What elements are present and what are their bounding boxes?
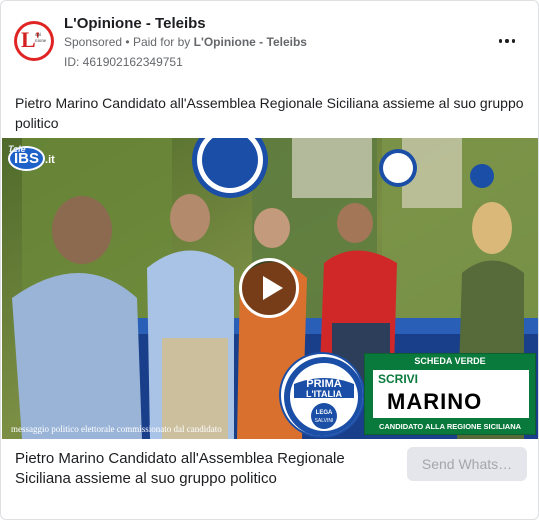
play-icon [263, 276, 283, 300]
more-horizontal-icon [497, 39, 517, 43]
teleibs-watermark: Tele IBS .it [8, 144, 55, 171]
sponsored-label: Sponsored [64, 35, 123, 49]
sponsored-line: Sponsored • Paid for by L'Opinione - Tel… [64, 35, 307, 49]
video-disclaimer: messaggio politico elettorale commission… [11, 424, 222, 434]
party-logo: PRIMA L'ITALIA LEGA SALVINI [279, 352, 365, 438]
ad-id: ID: 461902162349751 [64, 55, 183, 69]
paid-for-prefix: Paid for by [132, 35, 191, 49]
page-avatar[interactable]: L' opi nione [14, 21, 54, 61]
ballot-graphic: SCHEDA VERDE SCRIVI MARINO CANDIDATO ALL… [364, 353, 536, 435]
separator-dot: • [125, 35, 130, 49]
paid-for-name[interactable]: L'Opinione - Teleibs [194, 35, 307, 49]
page-name-link[interactable]: L'Opinione - Teleibs [64, 15, 206, 32]
more-options-button[interactable] [493, 27, 521, 55]
ad-card: L' opi nione L'Opinione - Teleibs Sponsor… [0, 0, 539, 520]
link-title[interactable]: Pietro Marino Candidato all'Assemblea Re… [15, 449, 395, 489]
play-button[interactable] [239, 258, 299, 318]
send-whatsapp-button[interactable]: Send Whats… [407, 447, 527, 481]
svg-text:L'ITALIA: L'ITALIA [306, 389, 342, 399]
svg-text:SALVINI: SALVINI [315, 418, 334, 424]
svg-text:LEGA: LEGA [316, 410, 333, 416]
ad-header: L' opi nione L'Opinione - Teleibs Sponsor… [1, 1, 538, 81]
video-media[interactable]: Tele IBS .it PRIMA L'ITALIA LEGA SALVINI … [2, 138, 538, 439]
ad-body-text: Pietro Marino Candidato all'Assemblea Re… [15, 95, 524, 131]
